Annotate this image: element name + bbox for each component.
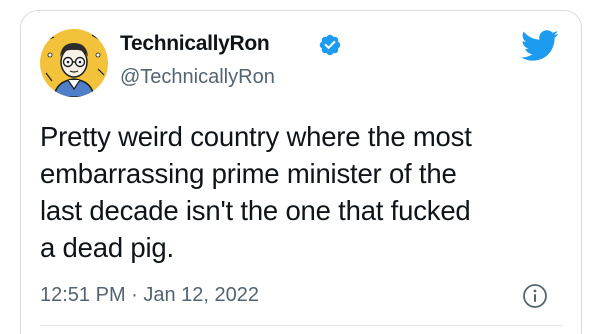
info-icon[interactable] [522,283,548,309]
divider [40,325,562,326]
tweet-text-line: last decade isn't the one that fucked [40,195,471,226]
twitter-bird-icon[interactable] [521,30,559,62]
cartoon-avatar-icon [40,29,108,97]
tweet-text-line: a dead pig. [40,232,174,263]
tweet-text-line: embarrassing prime minister of the [40,158,457,189]
avatar[interactable] [40,29,108,97]
tweet-text: Pretty weird country where the most emba… [40,118,580,266]
tweet-text-line: Pretty weird country where the most [40,121,472,152]
tweet-timestamp[interactable]: 12:51 PM · Jan 12, 2022 [40,284,259,307]
verified-badge-icon [319,34,341,56]
author-display-name[interactable]: TechnicallyRon [120,32,270,56]
author-handle[interactable]: @TechnicallyRon [120,66,275,89]
tweet-screenshot: TechnicallyRon @TechnicallyRon Pretty we… [0,0,600,334]
